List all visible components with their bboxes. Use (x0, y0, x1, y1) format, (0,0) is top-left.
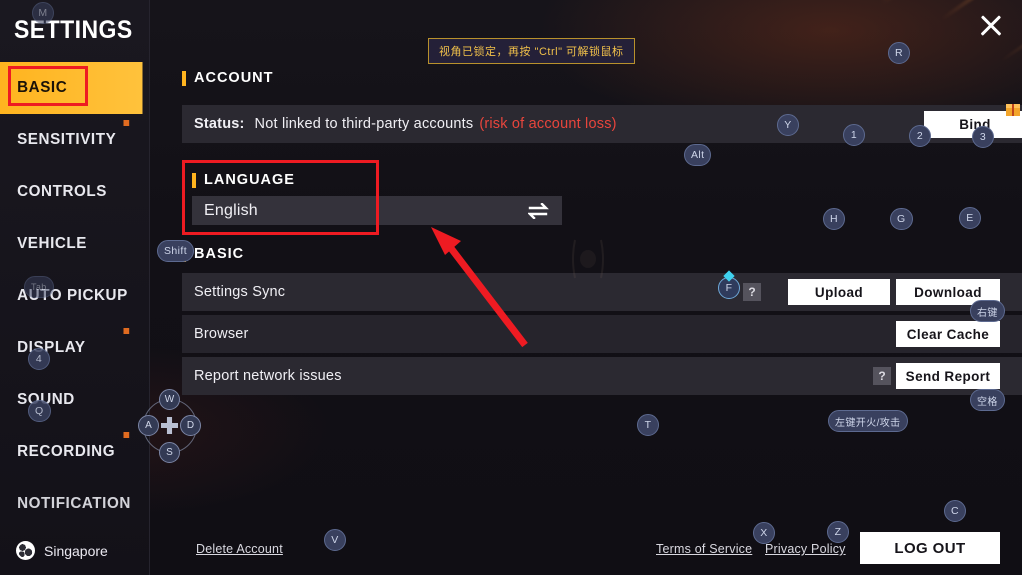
delete-account-link[interactable]: Delete Account (196, 542, 283, 556)
language-value: English (204, 201, 258, 219)
key-hint-left-click-fire[interactable]: 左键开火/攻击 (828, 410, 908, 432)
sidebar-item-sound[interactable]: SOUND (0, 374, 143, 426)
close-icon[interactable] (974, 8, 1008, 42)
key-hint-g[interactable]: G (890, 208, 913, 230)
key-hint-title-badge[interactable]: M (32, 2, 54, 24)
key-hint-space[interactable]: 空格 (970, 389, 1005, 411)
sidebar-item-controls[interactable]: CONTROLS (0, 166, 143, 218)
key-hint-4[interactable]: 4 (28, 348, 50, 370)
sidebar-item-basic[interactable]: BASIC (0, 62, 143, 114)
key-hint-z[interactable]: Z (827, 521, 849, 543)
region-label: Singapore (44, 542, 108, 559)
settings-content: 视角已锁定，再按 "Ctrl" 可解锁鼠标 ACCOUNT Status: No… (150, 0, 1022, 575)
swap-arrows-icon (528, 203, 549, 219)
download-button-label: Download (914, 284, 982, 300)
key-hint-w[interactable]: W (159, 389, 180, 410)
privacy-policy-link[interactable]: Privacy Policy (765, 542, 846, 556)
settings-sync-help-icon[interactable]: ? (743, 283, 761, 301)
log-out-button-label: LOG OUT (894, 539, 966, 557)
sidebar-item-display[interactable]: DISPLAY (0, 322, 143, 374)
key-hint-tab[interactable]: Tab (24, 276, 54, 298)
log-out-button[interactable]: LOG OUT (860, 532, 1000, 564)
key-hint-f[interactable]: F (718, 277, 740, 299)
notification-dot (123, 432, 130, 438)
sidebar-item-label: RECORDING (17, 443, 116, 460)
key-hint-y[interactable]: Y (777, 114, 799, 136)
sidebar-item-label: DISPLAY (17, 339, 86, 356)
region-selector[interactable]: Singapore (16, 541, 108, 560)
send-report-button-label: Send Report (905, 368, 991, 384)
key-hint-q[interactable]: Q (28, 400, 51, 422)
key-hint-d[interactable]: D (180, 415, 201, 436)
page-title: SETTINGS (14, 16, 133, 44)
wasd-key-cluster[interactable]: W A S D (138, 389, 201, 463)
account-status-row: Status: Not linked to third-party accoun… (182, 103, 1022, 143)
status-value: Not linked to third-party accounts (254, 116, 474, 132)
section-accent-bar (182, 70, 186, 86)
notification-dot (123, 328, 130, 334)
sidebar-item-recording[interactable]: RECORDING (0, 426, 143, 478)
sidebar-item-label: SENSITIVITY (17, 131, 117, 148)
browser-row: Browser Clear Cache (182, 315, 1022, 353)
sidebar-item-label: CONTROLS (17, 183, 107, 200)
key-hint-h[interactable]: H (823, 208, 845, 230)
terms-of-service-link[interactable]: Terms of Service (656, 542, 752, 556)
sidebar-item-label: NOTIFICATION (17, 495, 131, 512)
upload-button[interactable]: Upload (788, 279, 890, 305)
key-hint-r[interactable]: R (888, 42, 910, 64)
language-section-heading: LANGUAGE (192, 172, 295, 188)
send-report-button[interactable]: Send Report (896, 363, 1000, 389)
key-hint-t[interactable]: T (637, 414, 659, 436)
section-title: ACCOUNT (194, 70, 274, 86)
settings-screen: SETTINGS BASIC SENSITIVITY CONTROLS VEHI… (0, 0, 1022, 575)
section-title: LANGUAGE (204, 172, 295, 188)
key-hint-v[interactable]: V (324, 529, 346, 551)
sidebar-item-vehicle[interactable]: VEHICLE (0, 218, 143, 270)
language-selector-row[interactable]: English (192, 196, 562, 225)
key-hint-e[interactable]: E (959, 207, 981, 229)
background-decoration (565, 236, 611, 282)
gift-icon (1006, 103, 1020, 116)
clear-cache-button-label: Clear Cache (906, 326, 990, 342)
key-hint-alt[interactable]: Alt (684, 144, 712, 166)
report-network-issues-row: Report network issues ? Send Report (182, 357, 1022, 395)
key-hint-2[interactable]: 2 (909, 125, 931, 147)
section-title: BASIC (194, 246, 245, 262)
sidebar-item-auto-pickup[interactable]: AUTO PICKUP (0, 270, 143, 322)
status-label: Status: (194, 116, 245, 132)
section-accent-bar (192, 172, 196, 188)
cursor-lock-tooltip: 视角已锁定，再按 "Ctrl" 可解锁鼠标 (428, 38, 635, 64)
upload-button-label: Upload (814, 284, 864, 300)
report-help-icon[interactable]: ? (873, 367, 891, 385)
key-hint-a[interactable]: A (138, 415, 159, 436)
row-label: Settings Sync (194, 284, 286, 300)
sidebar-nav: BASIC SENSITIVITY CONTROLS VEHICLE AUTO … (0, 62, 150, 530)
key-hint-c[interactable]: C (944, 500, 966, 522)
sidebar-item-label: VEHICLE (17, 235, 87, 252)
globe-icon (16, 541, 35, 560)
key-hint-3[interactable]: 3 (972, 126, 994, 148)
sidebar: SETTINGS BASIC SENSITIVITY CONTROLS VEHI… (0, 0, 150, 575)
sidebar-item-notification[interactable]: NOTIFICATION (0, 478, 143, 530)
row-label: Report network issues (194, 368, 342, 384)
clear-cache-button[interactable]: Clear Cache (896, 321, 1000, 347)
status-warning: (risk of account loss) (479, 116, 617, 132)
sidebar-item-sensitivity[interactable]: SENSITIVITY (0, 114, 143, 166)
key-hint-1[interactable]: 1 (843, 124, 865, 146)
sidebar-item-label: BASIC (17, 79, 68, 96)
key-hint-s[interactable]: S (159, 442, 180, 463)
key-hint-x[interactable]: X (753, 522, 775, 544)
key-hint-shift[interactable]: Shift (157, 240, 195, 262)
account-section-heading: ACCOUNT (182, 70, 274, 86)
row-label: Browser (194, 326, 249, 342)
notification-dot (123, 120, 130, 126)
key-hint-right-click[interactable]: 右键 (970, 300, 1005, 322)
